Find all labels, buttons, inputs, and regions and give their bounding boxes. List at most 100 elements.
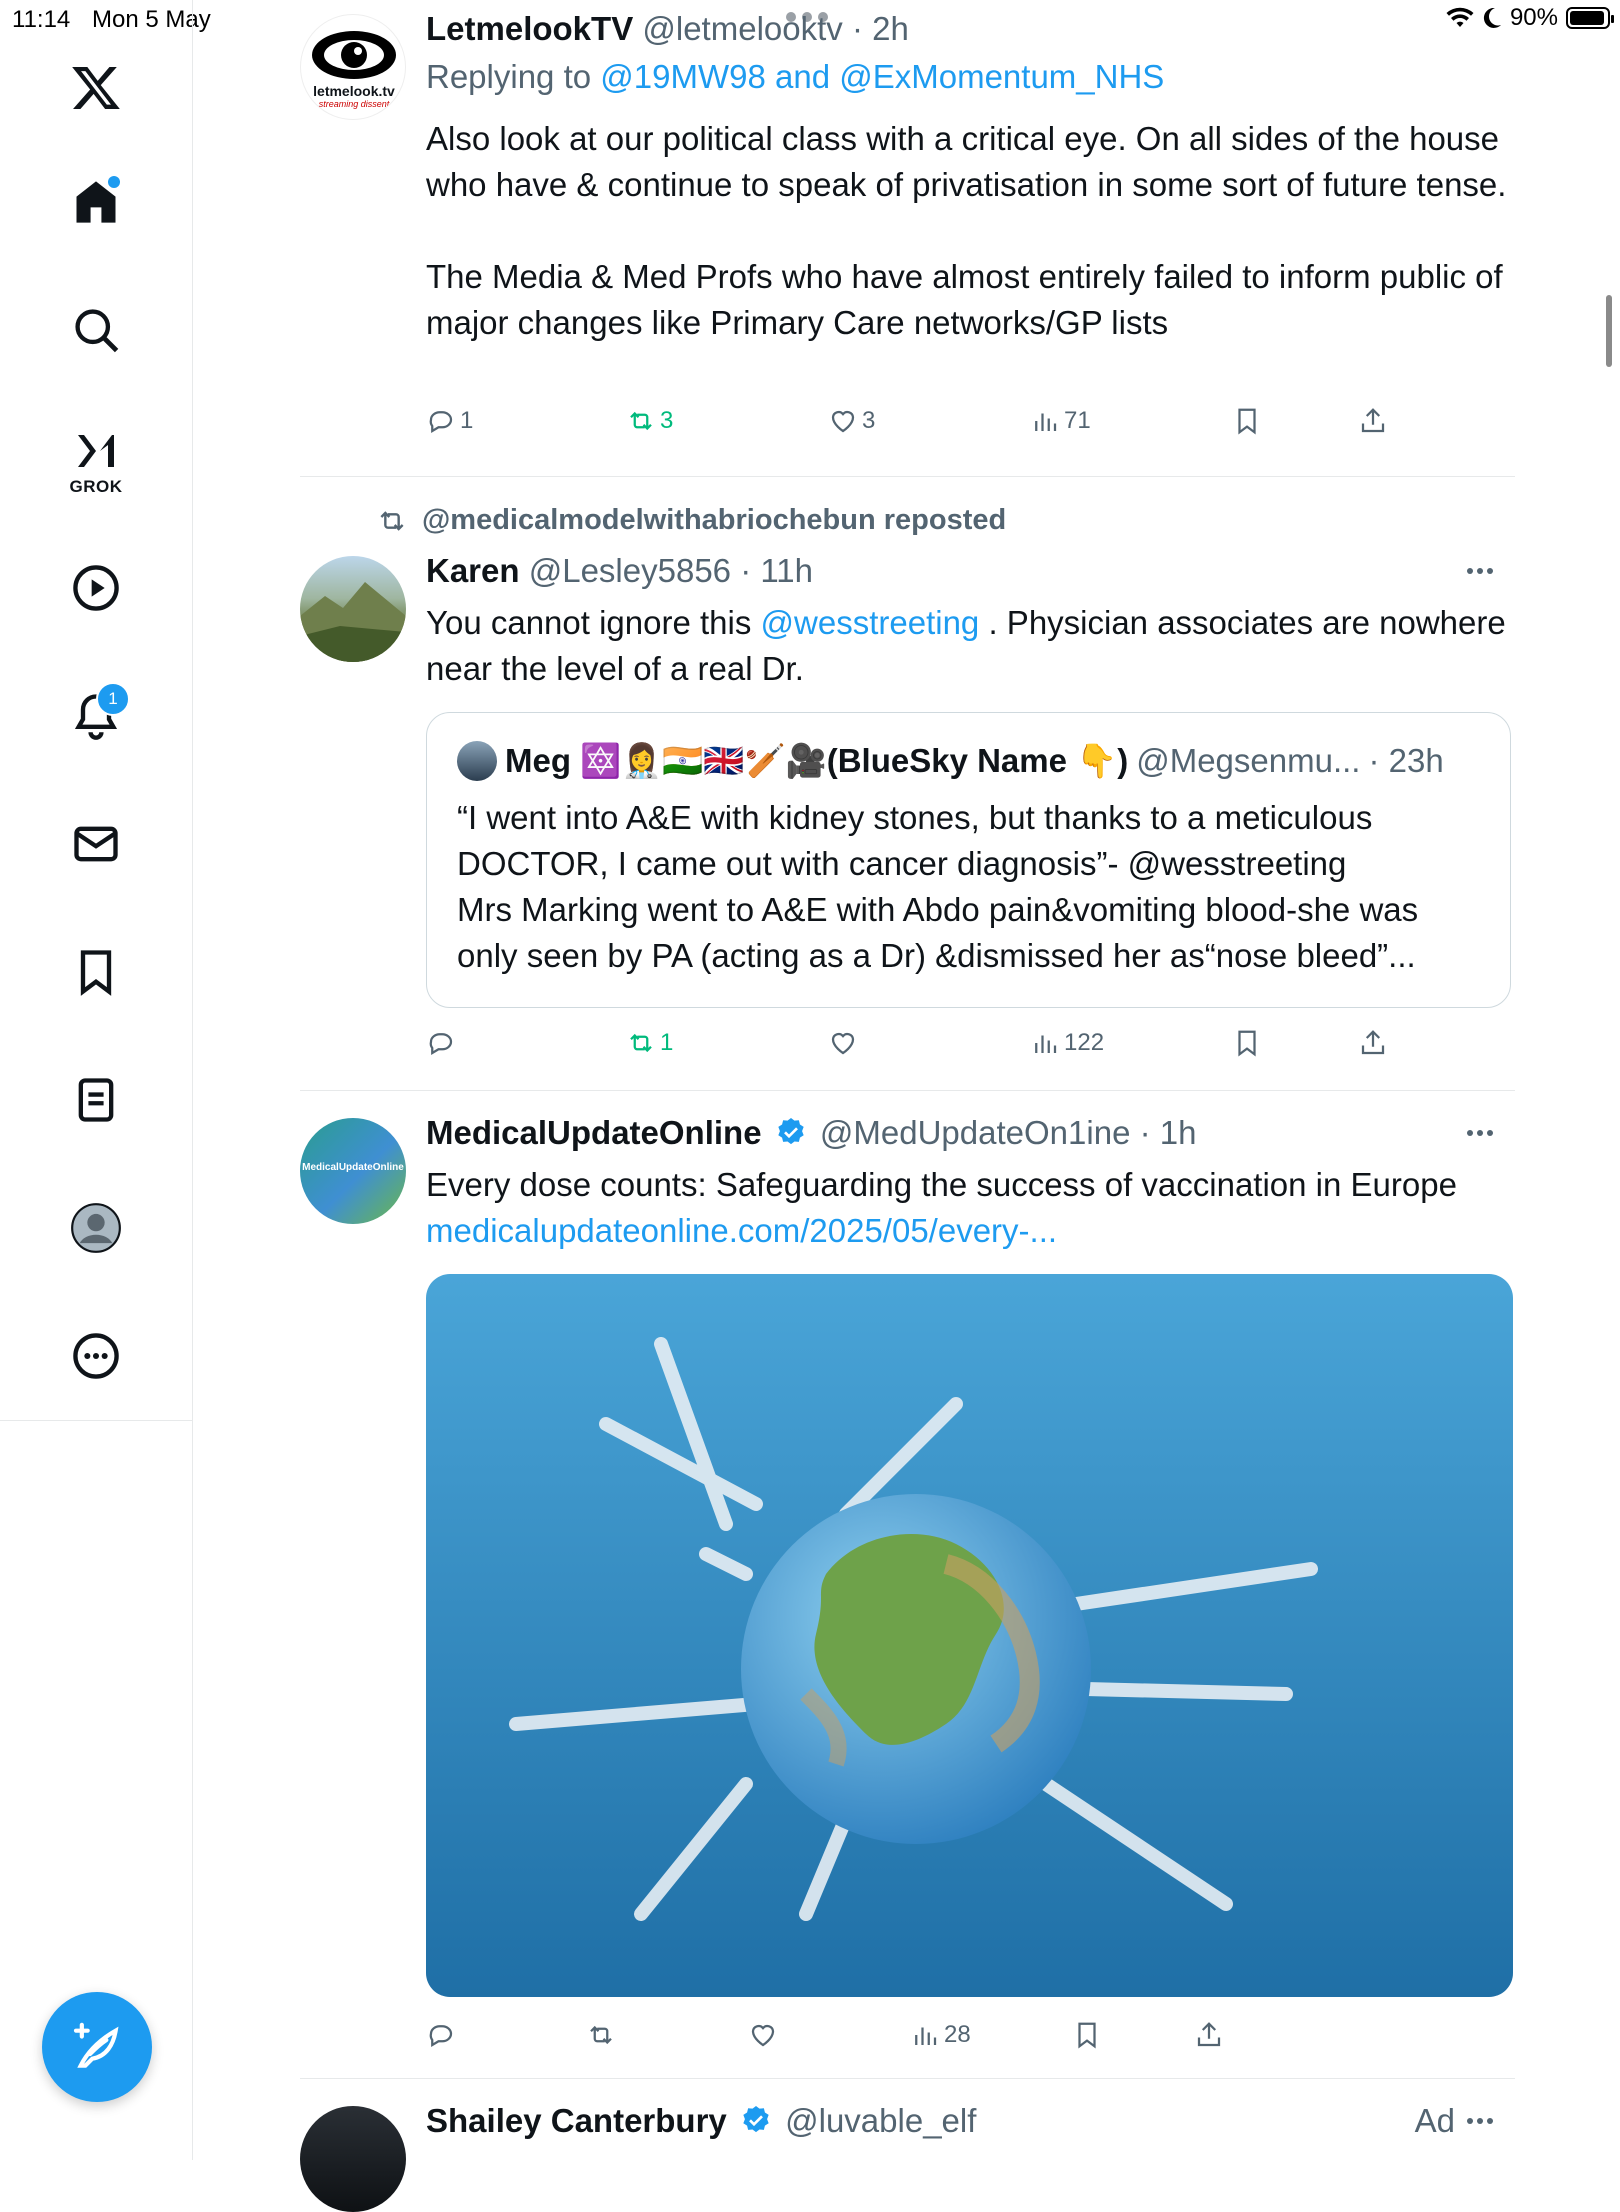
bookmark-button[interactable] <box>1232 406 1262 436</box>
views-button[interactable]: 28 <box>910 2020 971 2050</box>
repost-button[interactable]: 1 <box>626 1028 673 1058</box>
tweet-header: LetmelookTV @letmelooktv · 2h <box>426 10 909 48</box>
avatar-medicalupdateonline[interactable]: MedicalUpdateOnline <box>300 1118 406 1224</box>
reply-button[interactable]: 1 <box>426 406 473 436</box>
quoted-tweet[interactable]: Meg 🔯👩‍⚕️🇮🇳🇬🇧🏏🎥(BlueSky Name 👇) @Megsenm… <box>426 712 1511 1008</box>
x-logo-icon[interactable] <box>60 52 132 124</box>
repost-count: 1 <box>660 1029 674 1056</box>
ad-label: Ad <box>1414 2102 1455 2139</box>
like-button[interactable]: 3 <box>828 406 875 436</box>
notifications-bell-icon[interactable]: 1 <box>60 680 132 752</box>
repost-button[interactable] <box>586 2020 620 2050</box>
search-icon[interactable] <box>60 294 132 366</box>
repost-icon <box>590 2025 612 2045</box>
battery-percent: 90% <box>1509 4 1558 31</box>
author-name[interactable]: Karen <box>426 552 520 589</box>
more-options-icon[interactable] <box>1467 1130 1501 1140</box>
tweet-text: You cannot ignore this @wesstreeting . P… <box>426 600 1511 692</box>
share-button[interactable] <box>1194 2020 1224 2050</box>
tweet-image[interactable] <box>426 1274 1513 1997</box>
globe-syringes-image <box>426 1274 1513 1997</box>
notification-badge: 1 <box>96 682 130 716</box>
views-bar-icon <box>915 2027 937 2045</box>
post-time[interactable]: · 11h <box>740 552 813 589</box>
messages-envelope-icon[interactable] <box>60 808 132 880</box>
tweet-divider <box>300 2078 1515 2079</box>
share-icon <box>1361 408 1385 433</box>
home-icon[interactable] <box>60 166 132 238</box>
more-options-icon[interactable] <box>1467 2118 1501 2128</box>
lists-icon[interactable] <box>60 1064 132 1136</box>
author-handle[interactable]: @luvable_elf <box>785 2102 976 2139</box>
bookmarks-icon[interactable] <box>60 936 132 1008</box>
repost-button[interactable]: 3 <box>626 406 673 436</box>
heart-icon <box>831 410 855 433</box>
reply-icon <box>429 2025 453 2047</box>
article-link[interactable]: medicalupdateonline.com/2025/05/every-..… <box>426 1208 1511 1254</box>
mention-link[interactable]: @wesstreeting <box>761 604 980 641</box>
like-button[interactable] <box>828 1028 862 1058</box>
share-icon <box>1361 1030 1385 1055</box>
views-button[interactable]: 71 <box>1030 406 1091 436</box>
grok-icon[interactable]: GROK <box>60 416 132 508</box>
post-time[interactable]: · 2h <box>852 10 909 47</box>
tweet-actions: 1 122 <box>426 1028 1506 1068</box>
views-bar-icon <box>1035 1035 1057 1053</box>
tweet-header: Karen @Lesley5856 · 11h <box>426 552 813 590</box>
views-button[interactable]: 122 <box>1030 1028 1104 1058</box>
views-count: 28 <box>944 2021 971 2048</box>
tweet-divider <box>300 1090 1515 1091</box>
scroll-indicator[interactable] <box>1606 295 1612 367</box>
like-count: 3 <box>862 407 876 434</box>
share-button[interactable] <box>1358 1028 1388 1058</box>
author-handle[interactable]: @Lesley5856 <box>529 552 731 589</box>
avatar-letmelooktv[interactable]: letmelook.tv streaming dissent <box>300 14 406 120</box>
tweet-text-start: You cannot ignore this <box>426 604 761 641</box>
avatar-brand-subtext: streaming dissent <box>318 99 390 109</box>
author-name[interactable]: Shailey Canterbury <box>426 2102 727 2139</box>
quote-avatar[interactable] <box>457 741 497 781</box>
reposted-by-label: @medicalmodelwithabriochebun reposted <box>376 504 1006 537</box>
bookmark-button[interactable] <box>1072 2020 1102 2050</box>
like-button[interactable] <box>748 2020 782 2050</box>
more-options-icon[interactable] <box>1467 568 1501 578</box>
reply-button[interactable] <box>426 2020 460 2050</box>
grok-label: GROK <box>69 477 123 496</box>
avatar-brand-text: MedicalUpdateOnline <box>302 1162 404 1173</box>
bookmark-button[interactable] <box>1232 1028 1262 1058</box>
profile-avatar-icon[interactable] <box>60 1192 132 1264</box>
repost-count: 3 <box>660 407 674 434</box>
tweet-header: Shailey Canterbury @luvable_elf <box>426 2102 976 2140</box>
avatar-karen[interactable] <box>300 556 406 662</box>
timeline-feed: letmelook.tv streaming dissent Letmelook… <box>300 0 1515 2212</box>
post-time[interactable]: · 1h <box>1140 1114 1197 1151</box>
author-name[interactable]: MedicalUpdateOnline <box>426 1114 762 1151</box>
share-icon <box>1197 2022 1221 2047</box>
home-unread-dot <box>108 176 120 188</box>
share-button[interactable] <box>1358 406 1388 436</box>
reply-icon <box>429 411 453 433</box>
more-circle-icon[interactable] <box>60 1320 132 1392</box>
verified-badge-icon <box>743 2106 769 2133</box>
reply-icon <box>429 1033 453 1055</box>
reply-button[interactable] <box>426 1028 460 1058</box>
quote-header: Meg 🔯👩‍⚕️🇮🇳🇬🇧🏏🎥(BlueSky Name 👇) @Megsenm… <box>457 741 1444 781</box>
verified-badge-icon <box>778 1118 804 1145</box>
avatar-shailey-canterbury[interactable] <box>300 2106 406 2212</box>
sidebar-divider <box>0 1420 192 1421</box>
video-play-icon[interactable] <box>60 552 132 624</box>
author-handle[interactable]: @MedUpdateOn1ine <box>820 1114 1131 1151</box>
compose-feather-icon <box>73 2022 119 2068</box>
views-count: 71 <box>1064 407 1091 434</box>
author-handle[interactable]: @letmelooktv <box>642 10 842 47</box>
replying-mentions[interactable]: @19MW98 and @ExMomentum_NHS <box>600 58 1164 95</box>
reposted-by-text[interactable]: @medicalmodelwithabriochebun reposted <box>422 504 1006 537</box>
repost-icon <box>630 411 652 431</box>
quote-author-name[interactable]: Meg 🔯👩‍⚕️🇮🇳🇬🇧🏏🎥(BlueSky Name 👇) <box>505 742 1128 781</box>
tweet-header: MedicalUpdateOnline @MedUpdateOn1ine · 1… <box>426 1114 1196 1152</box>
quote-time: · 23h <box>1368 742 1444 779</box>
compose-post-button[interactable] <box>42 1992 152 2102</box>
quote-author-handle[interactable]: @Megsenmu... <box>1136 742 1360 780</box>
battery-icon <box>1566 7 1614 29</box>
author-name[interactable]: LetmelookTV <box>426 10 633 47</box>
